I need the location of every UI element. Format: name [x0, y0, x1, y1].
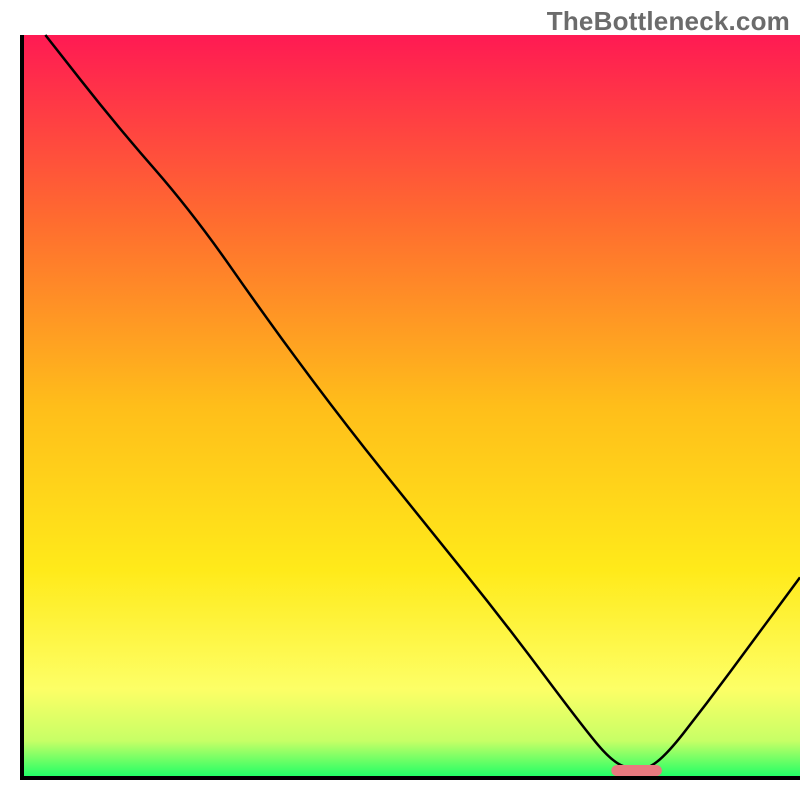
chart-container: TheBottleneck.com	[0, 0, 800, 800]
plot-background	[22, 35, 800, 778]
minimum-marker	[611, 765, 662, 776]
plot-area	[22, 35, 800, 778]
chart-svg	[0, 0, 800, 800]
